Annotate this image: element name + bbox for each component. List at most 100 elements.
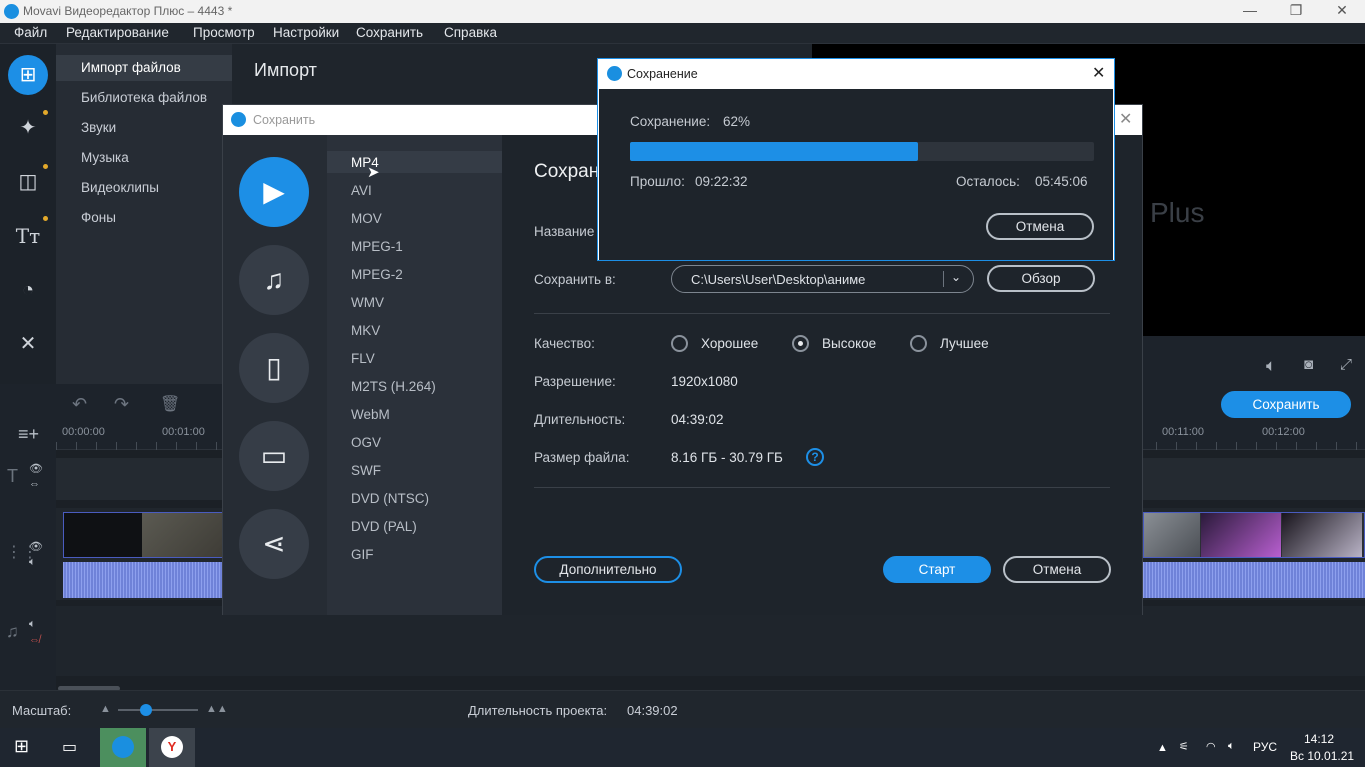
format-item[interactable]: WebM: [351, 407, 390, 422]
link-icon[interactable]: ⇔: [29, 478, 40, 490]
import-nav-music[interactable]: Музыка: [81, 150, 129, 165]
zoom-slider-track[interactable]: [118, 709, 198, 711]
video-clip[interactable]: [63, 512, 228, 558]
filesize-label: Размер файла:: [534, 450, 630, 465]
taskbar-yandex-browser[interactable]: Y: [149, 728, 195, 767]
import-nav-sounds[interactable]: Звуки: [81, 120, 116, 135]
import-tool-icon[interactable]: ⊞: [8, 55, 48, 95]
import-nav-import-files[interactable]: Импорт файлов: [81, 60, 181, 75]
zoom-slider-handle[interactable]: [140, 704, 152, 716]
format-item[interactable]: FLV: [351, 351, 375, 366]
format-item[interactable]: MOV: [351, 211, 382, 226]
format-item[interactable]: MPEG-1: [351, 239, 403, 254]
tray-network-icon[interactable]: ⚟: [1179, 740, 1189, 753]
start-button[interactable]: Старт: [883, 556, 991, 583]
menu-edit[interactable]: Редактирование: [66, 25, 169, 40]
save-to-label: Сохранить в:: [534, 272, 616, 287]
windows-start-icon[interactable]: ⊞: [14, 736, 29, 757]
undo-icon[interactable]: ↶: [72, 394, 87, 415]
format-item[interactable]: GIF: [351, 547, 374, 562]
save-path-field[interactable]: C:\Users\User\Desktop\аниме ⌄: [671, 265, 974, 293]
delete-icon[interactable]: 🗑︎: [160, 394, 180, 414]
mute-icon[interactable]: 🔈︎: [29, 556, 36, 569]
format-item[interactable]: AVI: [351, 183, 372, 198]
quality-high-label[interactable]: Высокое: [822, 336, 876, 351]
import-nav-backgrounds[interactable]: Фоны: [81, 210, 116, 225]
task-view-icon[interactable]: ▭: [62, 737, 77, 757]
maximize-button[interactable]: ❐: [1273, 0, 1319, 23]
tray-wifi-icon[interactable]: ◠: [1206, 740, 1216, 753]
advanced-button[interactable]: Дополнительно: [534, 556, 682, 583]
name-label: Название: [534, 224, 595, 239]
redo-icon[interactable]: ↷: [114, 394, 129, 415]
menu-help[interactable]: Справка: [444, 25, 497, 40]
add-track-icon[interactable]: ≡+: [18, 424, 39, 445]
quality-best-label[interactable]: Лучшее: [940, 336, 989, 351]
mute-icon[interactable]: 🔈︎: [29, 618, 36, 631]
audio-waveform: [63, 562, 228, 598]
help-icon[interactable]: ?: [806, 448, 824, 466]
format-item[interactable]: MKV: [351, 323, 380, 338]
tv-icon[interactable]: ▭: [239, 421, 309, 491]
visibility-eye-icon[interactable]: 👁︎: [29, 462, 43, 475]
elapsed-value: 09:22:32: [695, 174, 748, 189]
progress-bar-fill: [630, 142, 918, 161]
quality-good-label[interactable]: Хорошее: [701, 336, 758, 351]
close-window-button[interactable]: ✕: [1319, 0, 1365, 23]
volume-icon[interactable]: 🔈︎: [1266, 356, 1276, 376]
timeline-save-button[interactable]: Сохранить: [1221, 391, 1351, 418]
chevron-down-icon[interactable]: ⌄: [951, 270, 961, 284]
format-item[interactable]: DVD (PAL): [351, 519, 417, 534]
remaining-label: Осталось:: [956, 174, 1020, 189]
tray-time[interactable]: 14:12: [1304, 732, 1334, 746]
devices-icon[interactable]: ▯: [239, 333, 309, 403]
format-item[interactable]: M2TS (H.264): [351, 379, 436, 394]
visibility-eye-icon[interactable]: 👁︎: [29, 540, 43, 553]
import-nav-videoclips[interactable]: Видеоклипы: [81, 180, 159, 195]
tray-date[interactable]: Вс 10.01.21: [1290, 749, 1354, 763]
progress-dialog-close-icon[interactable]: ✕: [1092, 63, 1105, 83]
format-list: MP4 AVI MOV MPEG-1 MPEG-2 WMV MKV FLV M2…: [327, 135, 502, 615]
window-titlebar: Movavi Видеоредактор Плюс – 4443 * — ❐ ✕: [0, 0, 1365, 23]
menu-file[interactable]: Файл: [14, 25, 47, 40]
tray-chevron-icon[interactable]: ▲: [1157, 742, 1168, 754]
menu-settings[interactable]: Настройки: [273, 25, 339, 40]
format-item[interactable]: MPEG-2: [351, 267, 403, 282]
menu-view[interactable]: Просмотр: [193, 25, 255, 40]
tray-volume-icon[interactable]: 🔈︎: [1228, 740, 1235, 753]
import-nav-library[interactable]: Библиотека файлов: [81, 90, 207, 105]
progress-bar: [630, 142, 1094, 161]
save-dialog-close-icon[interactable]: ✕: [1119, 109, 1132, 129]
zoom-out-icon[interactable]: ▲: [100, 703, 111, 715]
titles-icon[interactable]: Tт: [8, 216, 48, 256]
music-icon[interactable]: ♫: [239, 245, 309, 315]
zoom-in-icon[interactable]: ▲▲: [206, 703, 228, 715]
cancel-button[interactable]: Отмена: [1003, 556, 1111, 583]
tools-icon[interactable]: ✕: [8, 324, 48, 364]
taskbar-movavi-app[interactable]: [100, 728, 146, 767]
quality-best-radio[interactable]: [910, 335, 927, 352]
link-broken-icon[interactable]: ⇎: [29, 634, 40, 646]
format-item[interactable]: DVD (NTSC): [351, 491, 429, 506]
filters-icon[interactable]: ◔: [8, 270, 48, 310]
browse-button[interactable]: Обзор: [987, 265, 1095, 292]
video-clip[interactable]: [1143, 512, 1365, 558]
format-categories: ▶ ♫ ▯ ▭ ⋖: [223, 135, 327, 615]
quality-high-radio[interactable]: [792, 335, 809, 352]
menu-save[interactable]: Сохранить: [356, 25, 423, 40]
magic-wand-icon[interactable]: ✦: [8, 108, 48, 148]
transitions-icon[interactable]: ◫: [8, 162, 48, 202]
share-icon[interactable]: ⋖: [239, 509, 309, 579]
fullscreen-icon[interactable]: ⤢: [1340, 356, 1352, 373]
format-item[interactable]: SWF: [351, 463, 381, 478]
quality-good-radio[interactable]: [671, 335, 688, 352]
preview-watermark-line2: Plus: [1150, 197, 1205, 228]
format-item[interactable]: OGV: [351, 435, 381, 450]
minimize-button[interactable]: —: [1227, 0, 1273, 23]
format-item[interactable]: WMV: [351, 295, 384, 310]
snapshot-icon[interactable]: ◙: [1304, 356, 1313, 373]
video-icon[interactable]: ▶: [239, 157, 309, 227]
progress-cancel-button[interactable]: Отмена: [986, 213, 1094, 240]
status-bar: Масштаб: ▲ ▲▲ Длительность проекта: 04:3…: [0, 690, 1365, 728]
tray-language[interactable]: РУС: [1253, 740, 1277, 754]
